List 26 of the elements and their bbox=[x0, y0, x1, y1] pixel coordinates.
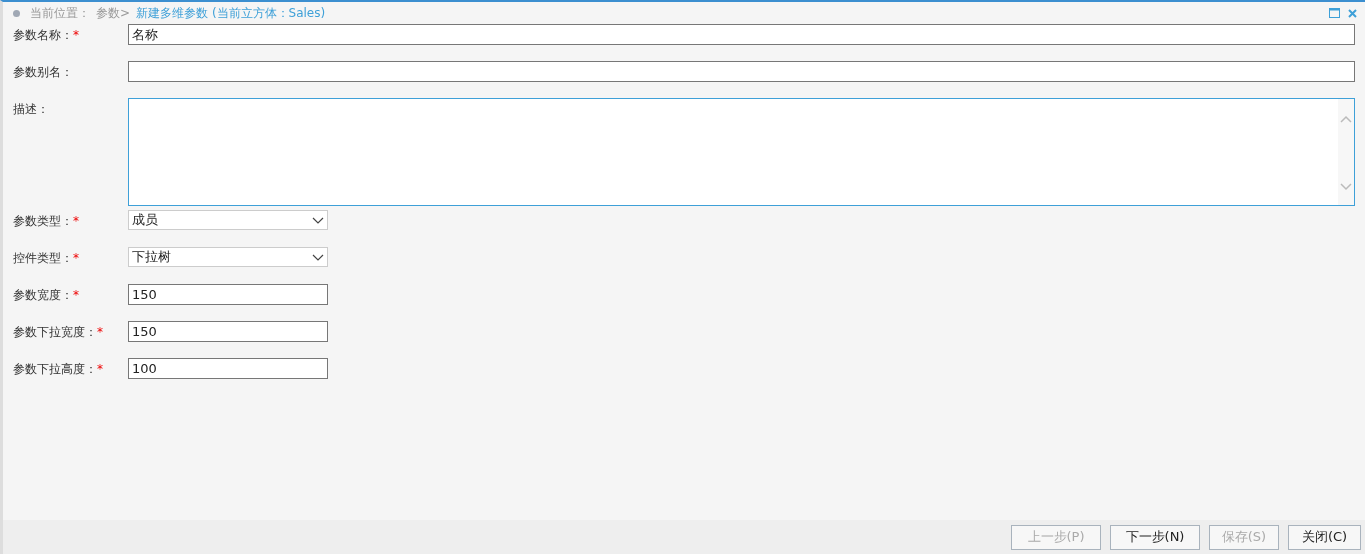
maximize-icon[interactable] bbox=[1329, 8, 1340, 18]
scroll-down-icon[interactable] bbox=[1340, 183, 1352, 191]
footer-button[interactable]: 下一步(N) bbox=[1110, 524, 1200, 550]
bullet-icon bbox=[13, 9, 20, 17]
field-label: 参数名称：* bbox=[12, 27, 80, 44]
text-field[interactable]: 100 bbox=[128, 358, 328, 379]
chevron-down-icon bbox=[312, 253, 324, 261]
field-label: 参数宽度：* bbox=[12, 287, 80, 304]
field-label: 控件类型：* bbox=[12, 250, 80, 267]
field-label: 参数别名： bbox=[12, 64, 74, 81]
close-icon[interactable] bbox=[1348, 8, 1357, 18]
text-field[interactable]: 名称 bbox=[128, 24, 1355, 45]
dropdown[interactable]: 下拉树 bbox=[128, 247, 328, 267]
footer-button[interactable]: 关闭(C) bbox=[1288, 524, 1361, 550]
chevron-down-icon bbox=[312, 216, 324, 224]
scroll-up-icon[interactable] bbox=[1340, 115, 1352, 123]
field-label: 参数下拉宽度：* bbox=[12, 324, 104, 341]
description-field[interactable] bbox=[128, 98, 1355, 206]
field-label: 参数类型：* bbox=[12, 213, 80, 230]
text-field[interactable]: 150 bbox=[128, 284, 328, 305]
breadcrumb-label: 当前位置： bbox=[30, 4, 90, 22]
field-label: 参数下拉高度：* bbox=[12, 361, 104, 378]
dropdown[interactable]: 成员 bbox=[128, 210, 328, 230]
text-field[interactable] bbox=[128, 61, 1355, 82]
text-field[interactable]: 150 bbox=[128, 321, 328, 342]
field-label: 描述： bbox=[12, 101, 50, 118]
